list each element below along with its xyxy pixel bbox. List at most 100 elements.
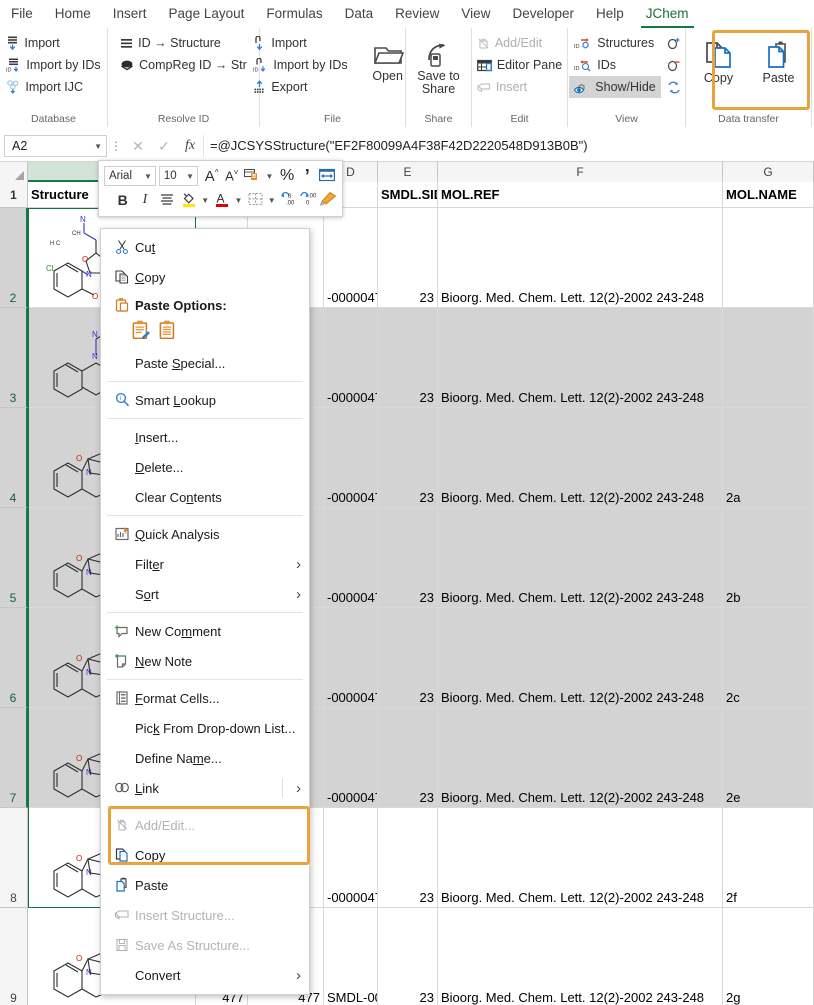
- db-import-ijc-button[interactable]: Import IJC: [1, 76, 105, 98]
- save-to-share-button[interactable]: Save to Share: [410, 40, 468, 96]
- increase-decimal-button[interactable]: 0.00: [280, 190, 298, 211]
- cell-E4[interactable]: 23: [378, 408, 438, 508]
- cell-D2[interactable]: -00000470: [324, 208, 378, 308]
- cell-G1[interactable]: MOL.NAME: [723, 182, 814, 208]
- shrink-font-button[interactable]: A˅: [222, 166, 241, 187]
- cell-E1[interactable]: SMDL.SID: [378, 182, 438, 208]
- accounting-format-button[interactable]: [242, 166, 261, 187]
- context-menu-item-smart-lookup[interactable]: iSmart Lookup: [101, 385, 309, 415]
- cell-F2[interactable]: Bioorg. Med. Chem. Lett. 12(2)-2002 243-…: [438, 208, 723, 308]
- refresh-button[interactable]: [664, 76, 684, 98]
- context-menu-item-paste[interactable]: Paste: [101, 870, 309, 900]
- fill-color-chevron-down-icon[interactable]: ▼: [198, 196, 212, 205]
- ribbon-tab-page-layout[interactable]: Page Layout: [158, 0, 256, 28]
- format-painter-button[interactable]: [320, 190, 337, 211]
- cell-G4[interactable]: 2a: [723, 408, 814, 508]
- ribbon-tab-jchem[interactable]: JChem: [635, 0, 700, 28]
- accounting-format-chevron-down-icon[interactable]: ▼: [263, 172, 277, 181]
- font-size-combo[interactable]: 10 ▼: [159, 166, 198, 186]
- context-menu-item-link[interactable]: Link›: [101, 773, 309, 803]
- ribbon-copy-button[interactable]: Copy: [690, 38, 748, 85]
- row-header-8[interactable]: 8: [0, 808, 28, 908]
- row-header-7[interactable]: 7: [0, 708, 28, 808]
- grow-font-button[interactable]: A^: [202, 166, 221, 187]
- cell-G3[interactable]: [723, 308, 814, 408]
- zoom-out-button[interactable]: [664, 54, 684, 76]
- bold-button[interactable]: B: [114, 190, 131, 211]
- decrease-decimal-button[interactable]: .000: [299, 190, 317, 211]
- row-header-4[interactable]: 4: [0, 408, 28, 508]
- font-size-chevron-down-icon[interactable]: ▼: [184, 172, 194, 181]
- name-box[interactable]: A2 ▼: [4, 135, 107, 157]
- cell-E5[interactable]: 23: [378, 508, 438, 608]
- cell-F5[interactable]: Bioorg. Med. Chem. Lett. 12(2)-2002 243-…: [438, 508, 723, 608]
- cell-E3[interactable]: 23: [378, 308, 438, 408]
- cell-G9[interactable]: 2g: [723, 908, 814, 1005]
- cell-E8[interactable]: 23: [378, 808, 438, 908]
- context-menu-item-format-cells[interactable]: Format Cells...: [101, 683, 309, 713]
- cell-D5[interactable]: -00000473: [324, 508, 378, 608]
- context-menu-item-cut[interactable]: Cut: [101, 232, 309, 262]
- edit-add-edit-button[interactable]: Add/Edit: [472, 32, 567, 54]
- file-import-button[interactable]: Import: [248, 32, 352, 54]
- font-color-button[interactable]: A: [213, 190, 230, 211]
- view-ids-button[interactable]: ID IDs: [569, 54, 660, 76]
- context-menu-item-pick-from-drop-down-list[interactable]: Pick From Drop-down List...: [101, 713, 309, 743]
- context-menu-item-new-comment[interactable]: New Comment: [101, 616, 309, 646]
- cell-F7[interactable]: Bioorg. Med. Chem. Lett. 12(2)-2002 243-…: [438, 708, 723, 808]
- cell-F6[interactable]: Bioorg. Med. Chem. Lett. 12(2)-2002 243-…: [438, 608, 723, 708]
- context-menu-item-add-edit[interactable]: Add/Edit...: [101, 810, 309, 840]
- context-menu-item-delete[interactable]: Delete...: [101, 452, 309, 482]
- cell-D4[interactable]: -00000472: [324, 408, 378, 508]
- chevron-right-icon[interactable]: ›: [290, 780, 301, 797]
- row-header-5[interactable]: 5: [0, 508, 28, 608]
- show-hide-button[interactable]: Show/Hide: [569, 76, 660, 98]
- paste-values-icon[interactable]: [158, 320, 177, 344]
- borders-chevron-down-icon[interactable]: ▼: [265, 196, 279, 205]
- context-menu-item-define-name[interactable]: Define Name...: [101, 743, 309, 773]
- formula-input[interactable]: =@JCSYSStructure("EF2F80099A4F38F42D2220…: [203, 135, 810, 157]
- db-import-by-ids-button[interactable]: ID Import by IDs: [1, 54, 105, 76]
- chevron-right-icon[interactable]: ›: [290, 967, 301, 984]
- chevron-right-icon[interactable]: ›: [290, 556, 301, 573]
- fill-color-button[interactable]: [180, 190, 197, 211]
- font-color-chevron-down-icon[interactable]: ▼: [231, 196, 245, 205]
- ribbon-paste-button[interactable]: Paste: [750, 38, 808, 85]
- context-menu-item-insert[interactable]: Insert...: [101, 422, 309, 452]
- select-all-corner[interactable]: [0, 162, 28, 182]
- context-menu-item-quick-analysis[interactable]: Quick Analysis: [101, 519, 309, 549]
- cell-G6[interactable]: 2c: [723, 608, 814, 708]
- cancel-icon[interactable]: ✕: [125, 138, 151, 155]
- cell-D7[interactable]: -00000475: [324, 708, 378, 808]
- name-box-chevron-down-icon[interactable]: ▼: [92, 142, 102, 151]
- cell-F8[interactable]: Bioorg. Med. Chem. Lett. 12(2)-2002 243-…: [438, 808, 723, 908]
- paste-formatting-icon[interactable]: [131, 320, 150, 344]
- cell-D9[interactable]: SMDL-00000477: [324, 908, 378, 1005]
- cell-E2[interactable]: 23: [378, 208, 438, 308]
- cell-E6[interactable]: 23: [378, 608, 438, 708]
- compreg-id-to-str-button[interactable]: CompReg ID → Str: [115, 54, 252, 76]
- percent-style-button[interactable]: %: [277, 166, 296, 187]
- zoom-in-button[interactable]: [664, 32, 684, 54]
- row-header-1[interactable]: 1: [0, 182, 28, 208]
- file-export-button[interactable]: Export: [248, 76, 352, 98]
- ribbon-tab-review[interactable]: Review: [384, 0, 450, 28]
- context-menu-item-convert[interactable]: Convert›: [101, 960, 309, 990]
- cell-D3[interactable]: -00000471: [324, 308, 378, 408]
- edit-insert-button[interactable]: Insert: [472, 76, 567, 98]
- merge-center-button[interactable]: [318, 166, 337, 187]
- context-menu-item-filter[interactable]: Filter›: [101, 549, 309, 579]
- context-menu-item-copy[interactable]: Copy: [101, 840, 309, 870]
- column-header-G[interactable]: G: [723, 162, 814, 182]
- cell-F3[interactable]: Bioorg. Med. Chem. Lett. 12(2)-2002 243-…: [438, 308, 723, 408]
- ribbon-tab-developer[interactable]: Developer: [501, 0, 585, 28]
- context-menu-item-paste-special[interactable]: Paste Special...: [101, 348, 309, 378]
- cell-F1[interactable]: MOL.REF: [438, 182, 723, 208]
- context-menu-item-sort[interactable]: Sort›: [101, 579, 309, 609]
- ribbon-tab-view[interactable]: View: [450, 0, 501, 28]
- context-menu-item-save-as-structure[interactable]: Save As Structure...: [101, 930, 309, 960]
- cell-F9[interactable]: Bioorg. Med. Chem. Lett. 12(2)-2002 243-…: [438, 908, 723, 1005]
- font-name-chevron-down-icon[interactable]: ▼: [142, 172, 152, 181]
- cell-G7[interactable]: 2e: [723, 708, 814, 808]
- formula-bar-expand-dots[interactable]: ⋮: [107, 139, 125, 153]
